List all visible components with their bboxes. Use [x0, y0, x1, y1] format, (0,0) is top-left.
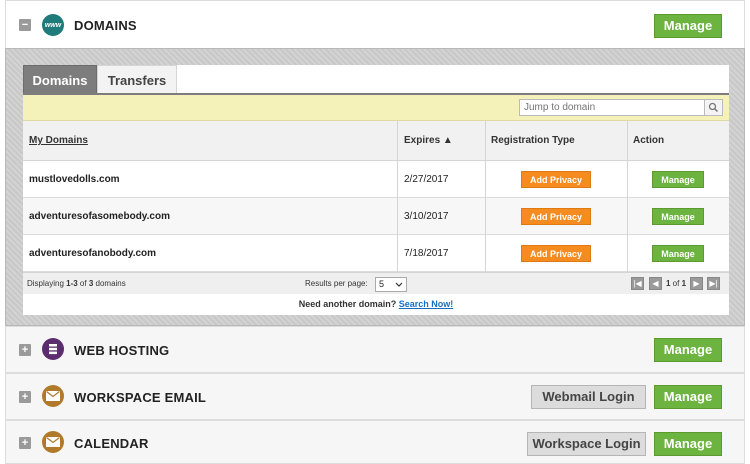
column-divider [397, 121, 398, 272]
collapse-icon[interactable]: − [19, 19, 31, 31]
workspace-email-title: WORKSPACE EMAIL [74, 390, 207, 405]
displaying-suffix: domains [93, 279, 126, 288]
chevron-down-icon [395, 282, 403, 287]
next-page-button[interactable]: ▶ [690, 277, 703, 290]
add-privacy-button[interactable]: Add Privacy [521, 245, 591, 262]
table-row: mustlovedolls.com 2/27/2017 Add Privacy … [23, 161, 729, 198]
page-of: of [670, 279, 682, 288]
web-hosting-manage-button[interactable]: Manage [654, 338, 722, 362]
table-footer: Displaying 1-3 of 3 domains Results per … [23, 272, 729, 294]
calendar-manage-button[interactable]: Manage [654, 432, 722, 456]
webmail-login-button[interactable]: Webmail Login [531, 385, 646, 409]
workspace-email-section: + WORKSPACE EMAIL Webmail Login Manage [5, 373, 745, 420]
col-expires[interactable]: Expires ▲ [404, 121, 453, 161]
search-bar [23, 95, 729, 121]
row-manage-button[interactable]: Manage [652, 171, 704, 188]
expand-icon[interactable]: + [19, 344, 31, 356]
prev-page-button[interactable]: ◀ [649, 277, 662, 290]
domain-name[interactable]: adventuresofanobody.com [29, 235, 156, 272]
table-header: My Domains Expires ▲ Registration Type A… [23, 121, 729, 161]
envelope-glyph-icon [46, 391, 60, 401]
domains-panel: Domains Transfers My Domains Expires ▲ R… [23, 65, 729, 315]
results-per-page-value: 5 [379, 279, 385, 289]
expires-date: 7/18/2017 [404, 248, 449, 259]
expires-date: 2/27/2017 [404, 174, 449, 185]
first-page-button[interactable]: |◀ [631, 277, 644, 290]
table-row: adventuresofasomebody.com 3/10/2017 Add … [23, 198, 729, 235]
displaying-prefix: Displaying [27, 279, 67, 288]
row-manage-button[interactable]: Manage [652, 208, 704, 225]
jump-to-domain-input[interactable] [519, 99, 705, 116]
col-action: Action [633, 135, 665, 146]
next-page-icon: ▶ [693, 279, 700, 288]
tab-domains[interactable]: Domains [23, 65, 97, 95]
expand-icon[interactable]: + [19, 437, 31, 449]
prev-page-icon: ◀ [652, 279, 659, 288]
search-button[interactable] [704, 99, 723, 116]
server-icon [42, 338, 64, 360]
column-divider [627, 121, 628, 272]
search-now-link[interactable]: Search Now! [399, 299, 454, 309]
calendar-section: + CALENDAR Workspace Login Manage [5, 420, 745, 464]
need-another-domain: Need another domain? Search Now! [23, 294, 729, 315]
last-page-icon: ▶| [709, 279, 718, 288]
web-hosting-section: + WEB HOSTING Manage [5, 326, 745, 373]
add-privacy-button[interactable]: Add Privacy [521, 208, 591, 225]
domains-manage-button[interactable]: Manage [654, 14, 722, 38]
expand-icon[interactable]: + [19, 391, 31, 403]
first-page-icon: |◀ [633, 279, 642, 288]
column-divider [485, 121, 486, 272]
page-indicator: 1 of 1 [666, 273, 686, 295]
workspace-login-button[interactable]: Workspace Login [527, 432, 646, 456]
calendar-title: CALENDAR [74, 436, 149, 451]
tab-transfers[interactable]: Transfers [97, 65, 177, 95]
domains-section-body: Domains Transfers My Domains Expires ▲ R… [5, 48, 745, 326]
displaying-range: 1-3 [66, 279, 78, 288]
col-registration-type: Registration Type [491, 135, 575, 146]
domains-title: DOMAINS [74, 18, 137, 33]
envelope-icon [42, 385, 64, 407]
results-per-page-label: Results per page: [305, 279, 368, 288]
add-privacy-button[interactable]: Add Privacy [521, 171, 591, 188]
table-row: adventuresofanobody.com 7/18/2017 Add Pr… [23, 235, 729, 272]
www-icon: www [42, 14, 64, 36]
domains-section-header: − www DOMAINS Manage [5, 0, 745, 48]
search-icon [708, 102, 719, 113]
domain-name[interactable]: adventuresofasomebody.com [29, 198, 170, 235]
page-total: 1 [681, 279, 687, 288]
expires-date: 3/10/2017 [404, 211, 449, 222]
web-hosting-title: WEB HOSTING [74, 343, 170, 358]
workspace-email-manage-button[interactable]: Manage [654, 385, 722, 409]
last-page-button[interactable]: ▶| [707, 277, 720, 290]
server-glyph-icon [49, 344, 57, 355]
col-my-domains[interactable]: My Domains [29, 121, 88, 161]
displaying-of: of [77, 279, 89, 288]
results-per-page-select[interactable]: 5 [375, 277, 407, 292]
row-manage-button[interactable]: Manage [652, 245, 704, 262]
envelope-icon [42, 431, 64, 453]
displaying-count: Displaying 1-3 of 3 domains [27, 273, 126, 295]
need-another-domain-text: Need another domain? [298, 299, 397, 309]
domain-name[interactable]: mustlovedolls.com [29, 161, 120, 198]
envelope-glyph-icon [46, 437, 60, 447]
